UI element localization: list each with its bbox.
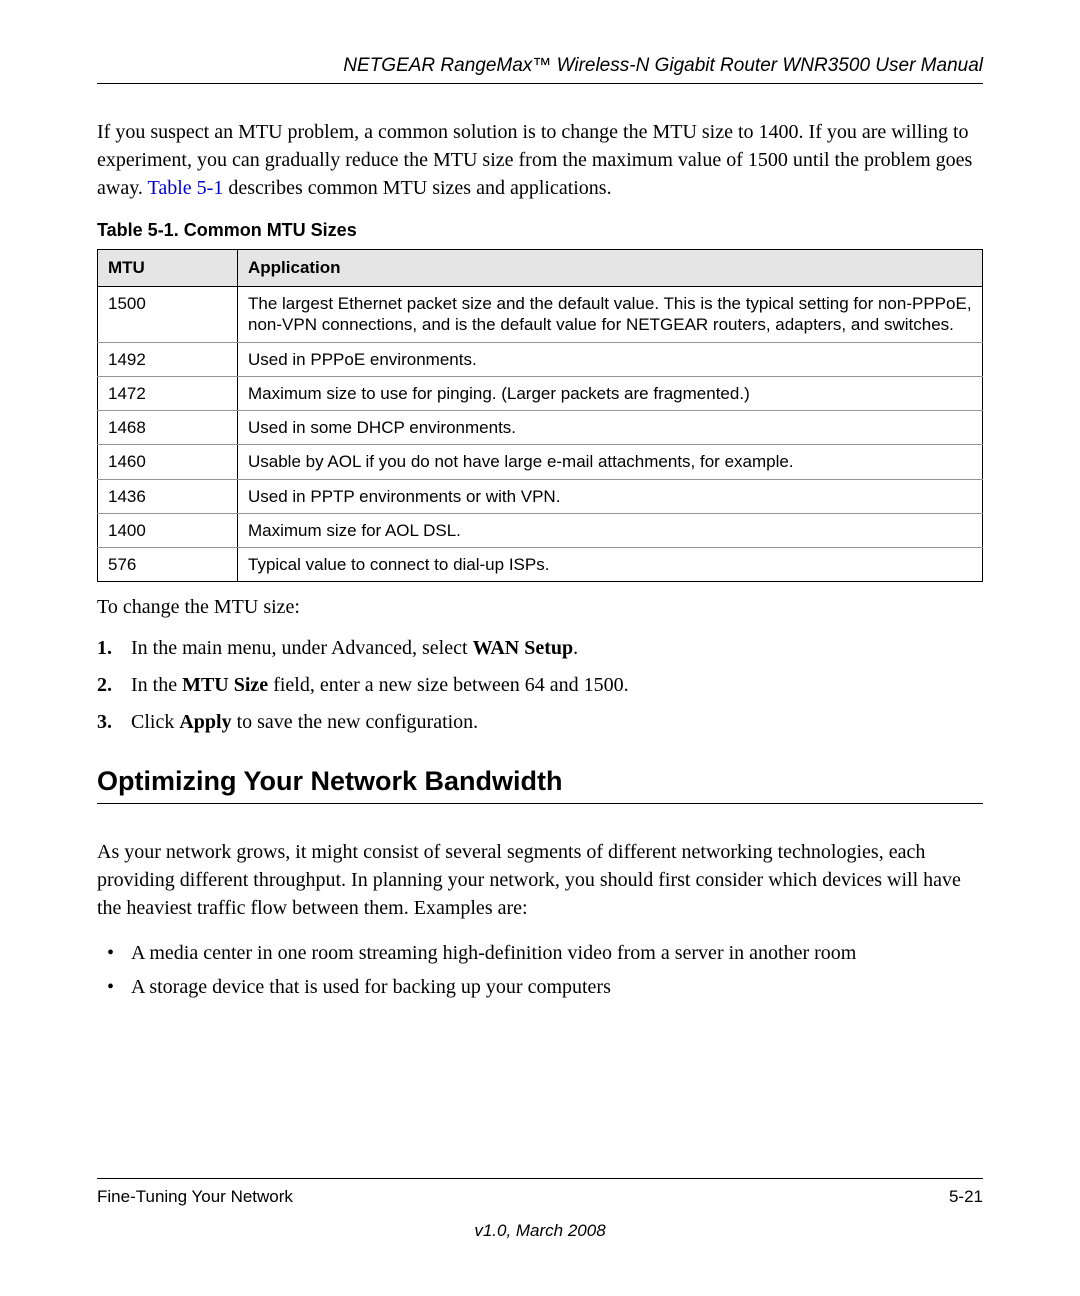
table-header-row: MTU Application: [98, 250, 983, 287]
step-item: In the MTU Size field, enter a new size …: [97, 670, 983, 701]
app-cell: Typical value to connect to dial-up ISPs…: [238, 548, 983, 582]
app-cell: Maximum size for AOL DSL.: [238, 513, 983, 547]
mtu-cell: 1436: [98, 479, 238, 513]
steps-intro: To change the MTU size:: [97, 596, 983, 619]
footer-version: v1.0, March 2008: [97, 1221, 983, 1241]
mtu-cell: 1492: [98, 342, 238, 376]
mtu-cell: 1460: [98, 445, 238, 479]
table-row: 1400Maximum size for AOL DSL.: [98, 513, 983, 547]
mtu-cell: 1500: [98, 287, 238, 343]
bullet-item: A media center in one room streaming hig…: [97, 938, 983, 968]
table-header-application: Application: [238, 250, 983, 287]
table-header-mtu: MTU: [98, 250, 238, 287]
table-row: 1472Maximum size to use for pinging. (La…: [98, 376, 983, 410]
table-row: 1436Used in PPTP environments or with VP…: [98, 479, 983, 513]
table-caption: Table 5-1. Common MTU Sizes: [97, 220, 983, 241]
mtu-cell: 1472: [98, 376, 238, 410]
header-title: NETGEAR RangeMax™ Wireless-N Gigabit Rou…: [343, 55, 983, 76]
mtu-cell: 1400: [98, 513, 238, 547]
app-cell: Used in PPTP environments or with VPN.: [238, 479, 983, 513]
intro-text-2: describes common MTU sizes and applicati…: [223, 177, 611, 199]
mtu-cell: 1468: [98, 411, 238, 445]
app-cell: Used in some DHCP environments.: [238, 411, 983, 445]
table-row: 1492Used in PPPoE environments.: [98, 342, 983, 376]
page-footer: Fine-Tuning Your Network 5-21 v1.0, Marc…: [97, 1178, 983, 1241]
app-cell: Maximum size to use for pinging. (Larger…: [238, 376, 983, 410]
table-row: 1500The largest Ethernet packet size and…: [98, 287, 983, 343]
bullet-item: A storage device that is used for backin…: [97, 972, 983, 1002]
app-cell: Usable by AOL if you do not have large e…: [238, 445, 983, 479]
footer-row: Fine-Tuning Your Network 5-21: [97, 1178, 983, 1207]
app-cell: The largest Ethernet packet size and the…: [238, 287, 983, 343]
steps-list: In the main menu, under Advanced, select…: [97, 633, 983, 738]
section-heading: Optimizing Your Network Bandwidth: [97, 766, 983, 804]
footer-page-number: 5-21: [949, 1187, 983, 1207]
mtu-cell: 576: [98, 548, 238, 582]
page-header: NETGEAR RangeMax™ Wireless-N Gigabit Rou…: [97, 55, 983, 84]
table-row: 576Typical value to connect to dial-up I…: [98, 548, 983, 582]
section-paragraph: As your network grows, it might consist …: [97, 838, 983, 922]
table-reference-link[interactable]: Table 5-1: [148, 177, 224, 199]
table-row: 1468Used in some DHCP environments.: [98, 411, 983, 445]
intro-paragraph: If you suspect an MTU problem, a common …: [97, 118, 983, 202]
footer-section-name: Fine-Tuning Your Network: [97, 1187, 293, 1207]
mtu-table: MTU Application 1500The largest Ethernet…: [97, 249, 983, 582]
bullet-list: A media center in one room streaming hig…: [97, 938, 983, 1002]
table-row: 1460Usable by AOL if you do not have lar…: [98, 445, 983, 479]
step-item: Click Apply to save the new configuratio…: [97, 707, 983, 738]
step-item: In the main menu, under Advanced, select…: [97, 633, 983, 664]
app-cell: Used in PPPoE environments.: [238, 342, 983, 376]
